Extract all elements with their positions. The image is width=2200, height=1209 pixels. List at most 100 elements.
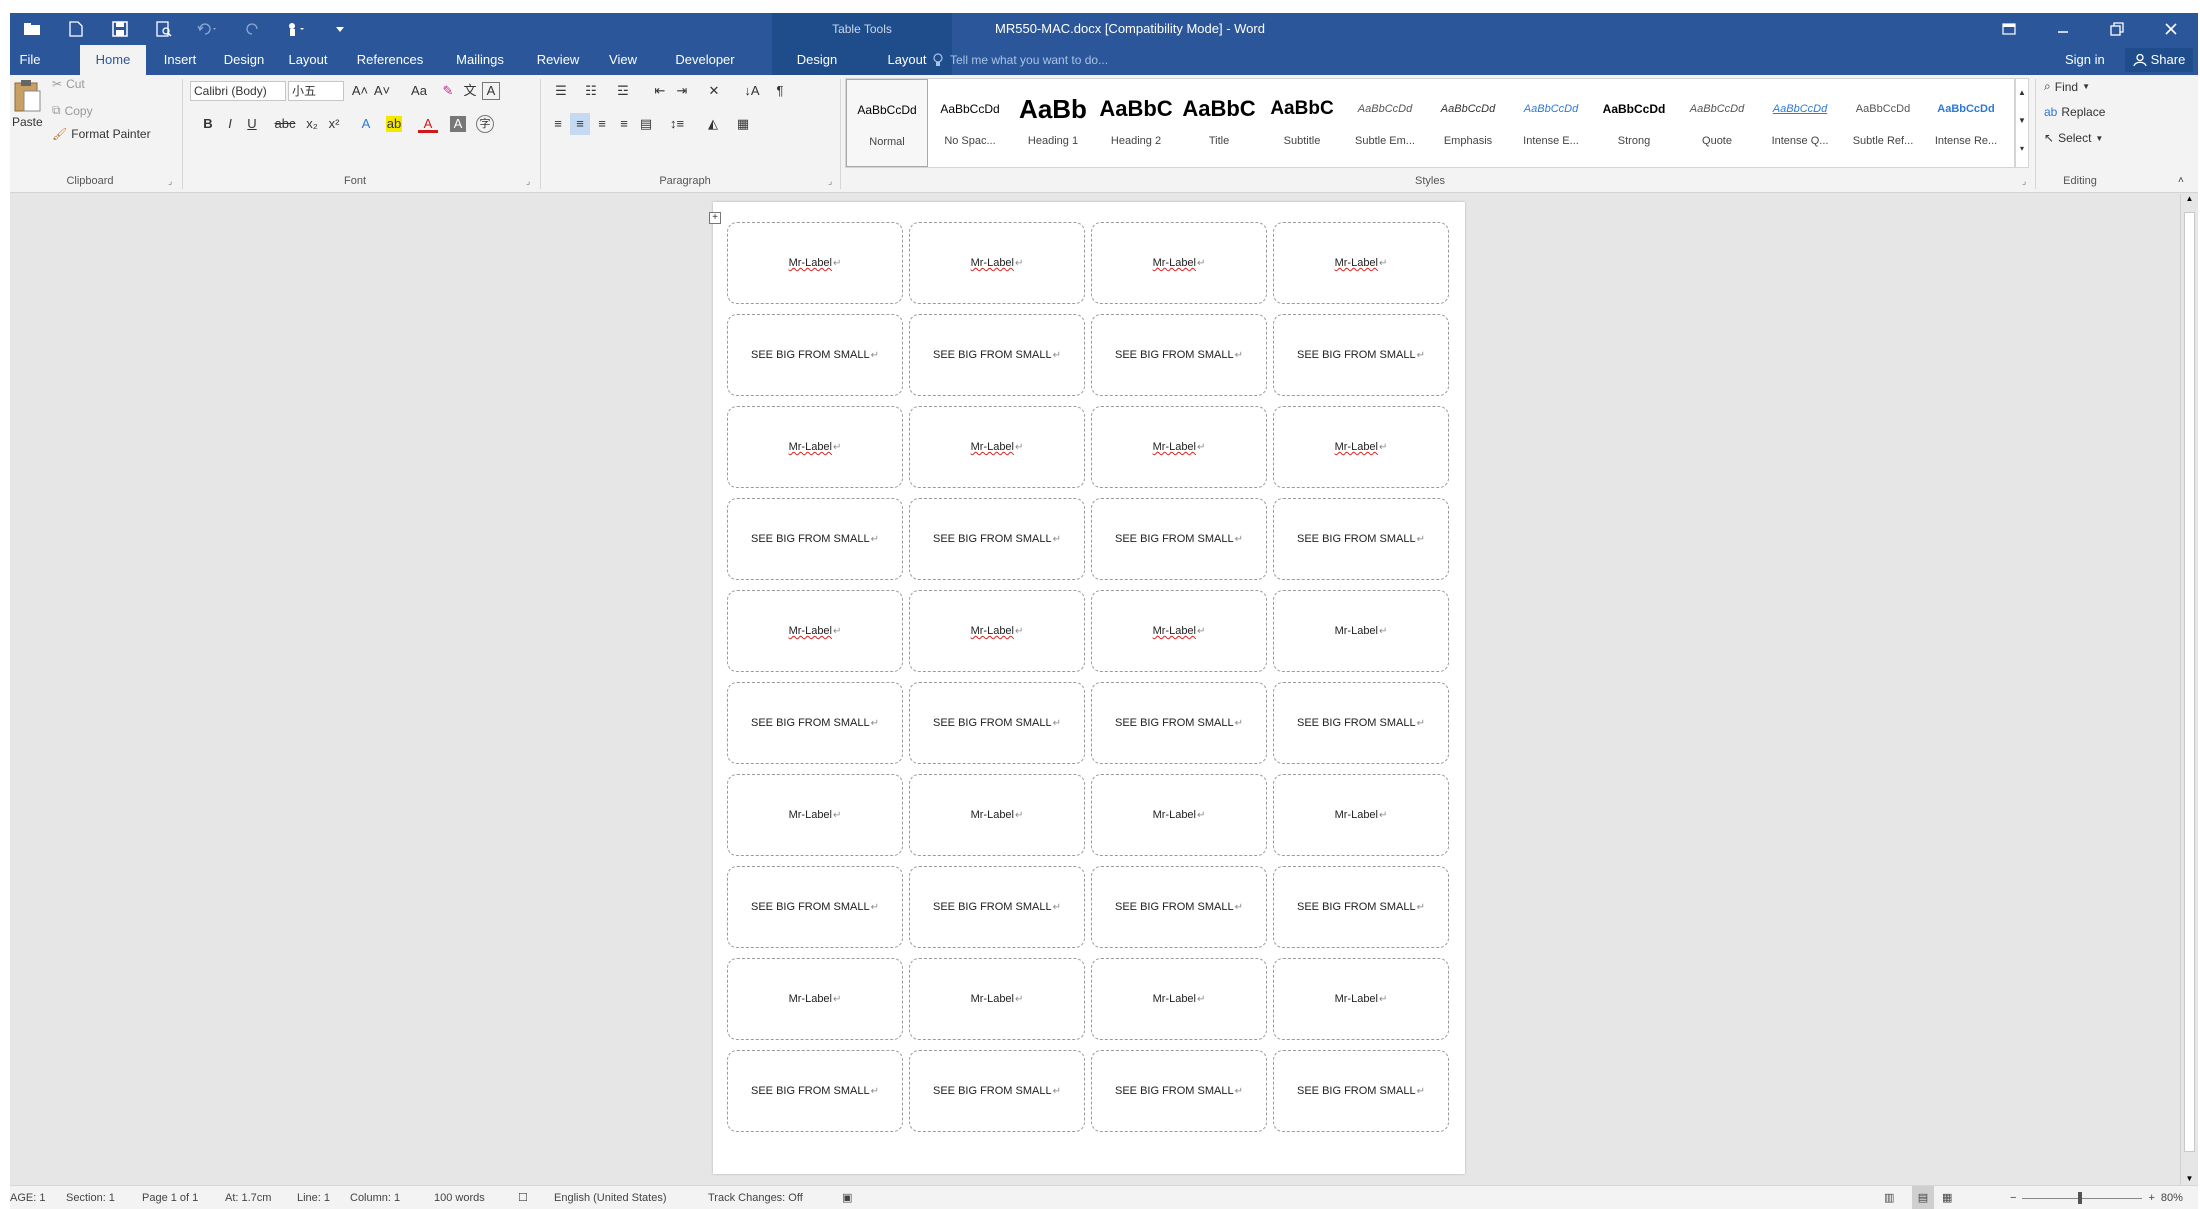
style-intense-re[interactable]: AaBbCcDd Intense Re... <box>1925 79 2007 167</box>
label-slogan-cell[interactable]: SEE BIG FROM SMALL ↵ <box>1273 498 1449 580</box>
style-quote[interactable]: AaBbCcDd Quote <box>1676 79 1758 167</box>
restore-icon[interactable] <box>2090 13 2144 45</box>
enclose-characters-icon[interactable]: 字 <box>476 115 494 133</box>
label-slogan-cell[interactable]: SEE BIG FROM SMALL ↵ <box>727 498 903 580</box>
text-effects-icon[interactable]: A <box>356 113 376 135</box>
label-name-cell[interactable]: Mr-Label ↵ <box>727 222 903 304</box>
label-name-cell[interactable]: Mr-Label ↵ <box>727 406 903 488</box>
label-name-cell[interactable]: Mr-Label ↵ <box>727 958 903 1040</box>
label-slogan-cell[interactable]: SEE BIG FROM SMALL ↵ <box>727 314 903 396</box>
change-case-button[interactable]: Aa <box>402 80 436 102</box>
strikethrough-icon[interactable]: abc <box>272 113 298 135</box>
align-right-icon[interactable]: ≡ <box>592 113 612 135</box>
sort-icon[interactable]: ↓A <box>740 80 764 102</box>
word-menu-icon[interactable] <box>10 13 54 45</box>
status-word-count[interactable]: 100 words <box>434 1186 485 1209</box>
decrease-indent-icon[interactable]: ⇤ <box>650 80 670 102</box>
zoom-slider[interactable] <box>2022 1191 2143 1204</box>
label-slogan-cell[interactable]: SEE BIG FROM SMALL ↵ <box>909 1050 1085 1132</box>
label-slogan-cell[interactable]: SEE BIG FROM SMALL ↵ <box>909 866 1085 948</box>
numbering-icon[interactable]: ☷ <box>578 80 604 102</box>
style-title[interactable]: AaBbC Title <box>1178 79 1260 167</box>
status-page-number[interactable]: AGE: 1 <box>10 1186 45 1209</box>
proofing-icon[interactable]: ☐ <box>518 1186 528 1209</box>
align-center-icon[interactable]: ≡ <box>570 113 590 135</box>
styles-launcher-icon[interactable]: ⌟ <box>2022 176 2026 187</box>
label-slogan-cell[interactable]: SEE BIG FROM SMALL ↵ <box>909 682 1085 764</box>
highlight-color-icon[interactable]: ab <box>386 116 402 132</box>
tab-design[interactable]: Design <box>214 45 274 75</box>
shrink-font-icon[interactable]: A˅ <box>372 80 392 102</box>
web-layout-icon[interactable]: ▦ <box>1942 1186 1952 1209</box>
status-track-changes[interactable]: Track Changes: Off <box>708 1186 803 1209</box>
style-strong[interactable]: AaBbCcDd Strong <box>1593 79 1675 167</box>
scrollbar-thumb[interactable] <box>2184 212 2195 1152</box>
paste-button[interactable]: Paste <box>12 79 43 129</box>
label-name-cell[interactable]: Mr-Label ↵ <box>1091 774 1267 856</box>
status-line[interactable]: Line: 1 <box>297 1186 330 1209</box>
phonetic-guide-icon[interactable]: 文 <box>460 80 480 102</box>
chinese-layout-icon[interactable]: ✕ <box>700 80 728 102</box>
styles-gallery-scroll[interactable]: ▲ ▼ ▾ <box>2015 78 2029 168</box>
label-slogan-cell[interactable]: SEE BIG FROM SMALL ↵ <box>1091 314 1267 396</box>
label-name-cell[interactable]: Mr-Label ↵ <box>909 958 1085 1040</box>
print-layout-icon[interactable]: ▤ <box>1912 1186 1934 1209</box>
font-name-select[interactable]: Calibri (Body) <box>190 81 286 101</box>
clipboard-launcher-icon[interactable]: ⌟ <box>168 176 172 187</box>
label-slogan-cell[interactable]: SEE BIG FROM SMALL ↵ <box>1273 314 1449 396</box>
status-section[interactable]: Section: 1 <box>66 1186 115 1209</box>
select-button[interactable]: ↖ Select ▼ <box>2044 131 2103 145</box>
label-slogan-cell[interactable]: SEE BIG FROM SMALL ↵ <box>1091 498 1267 580</box>
font-launcher-icon[interactable]: ⌟ <box>526 176 530 187</box>
label-name-cell[interactable]: Mr-Label ↵ <box>1091 958 1267 1040</box>
table-move-handle-icon[interactable]: + <box>709 212 721 224</box>
minimize-icon[interactable] <box>2036 13 2090 45</box>
label-slogan-cell[interactable]: SEE BIG FROM SMALL ↵ <box>1273 682 1449 764</box>
tab-table-design[interactable]: Design <box>772 45 862 75</box>
tab-view[interactable]: View <box>595 45 651 75</box>
chevron-up-icon[interactable]: ▲ <box>2016 79 2028 107</box>
copy-button[interactable]: ⧉ Copy <box>52 103 93 118</box>
label-name-cell[interactable]: Mr-Label ↵ <box>727 590 903 672</box>
status-language[interactable]: English (United States) <box>554 1186 667 1209</box>
shading-icon[interactable]: ◭ <box>700 113 726 135</box>
vertical-scrollbar[interactable]: ▲ ▼ <box>2180 194 2198 1185</box>
new-document-icon[interactable] <box>54 13 98 45</box>
tab-home[interactable]: Home <box>80 45 146 75</box>
save-icon[interactable] <box>98 13 142 45</box>
label-name-cell[interactable]: Mr-Label ↵ <box>909 406 1085 488</box>
scroll-down-icon[interactable]: ▼ <box>2181 1174 2198 1183</box>
label-name-cell[interactable]: Mr-Label ↵ <box>1273 958 1449 1040</box>
tab-layout[interactable]: Layout <box>276 45 340 75</box>
style-no-spac[interactable]: AaBbCcDd No Spac... <box>929 79 1011 167</box>
label-slogan-cell[interactable]: SEE BIG FROM SMALL ↵ <box>909 314 1085 396</box>
ribbon-display-options-icon[interactable] <box>1982 13 2036 45</box>
zoom-out-icon[interactable]: − <box>2010 1192 2016 1204</box>
label-name-cell[interactable]: Mr-Label ↵ <box>727 774 903 856</box>
label-name-cell[interactable]: Mr-Label ↵ <box>1091 590 1267 672</box>
grow-font-icon[interactable]: A˄ <box>350 80 370 102</box>
label-name-cell[interactable]: Mr-Label ↵ <box>1273 406 1449 488</box>
style-intense-q[interactable]: AaBbCcDd Intense Q... <box>1759 79 1841 167</box>
bullets-icon[interactable]: ☰ <box>548 80 574 102</box>
label-slogan-cell[interactable]: SEE BIG FROM SMALL ↵ <box>727 682 903 764</box>
chevron-down-icon[interactable]: ▼ <box>2016 107 2028 135</box>
label-slogan-cell[interactable]: SEE BIG FROM SMALL ↵ <box>727 866 903 948</box>
tab-insert[interactable]: Insert <box>152 45 208 75</box>
label-slogan-cell[interactable]: SEE BIG FROM SMALL ↵ <box>1273 866 1449 948</box>
style-emphasis[interactable]: AaBbCcDd Emphasis <box>1427 79 1509 167</box>
label-name-cell[interactable]: Mr-Label ↵ <box>1273 774 1449 856</box>
find-button[interactable]: ⌕ Find ▼ <box>2044 79 2090 94</box>
label-slogan-cell[interactable]: SEE BIG FROM SMALL ↵ <box>1091 866 1267 948</box>
replace-button[interactable]: ab Replace <box>2044 105 2105 119</box>
show-formatting-marks-icon[interactable]: ¶ <box>770 80 790 102</box>
style-heading-1[interactable]: AaBb Heading 1 <box>1012 79 1094 167</box>
redo-icon[interactable] <box>230 13 274 45</box>
status-column[interactable]: Column: 1 <box>350 1186 400 1209</box>
label-name-cell[interactable]: Mr-Label ↵ <box>1091 222 1267 304</box>
bold-icon[interactable]: B <box>198 113 218 135</box>
superscript-icon[interactable]: x² <box>324 113 344 135</box>
scroll-up-icon[interactable]: ▲ <box>2181 194 2198 203</box>
zoom-slider-thumb[interactable] <box>2078 1191 2083 1204</box>
justify-icon[interactable]: ≡ <box>614 113 634 135</box>
